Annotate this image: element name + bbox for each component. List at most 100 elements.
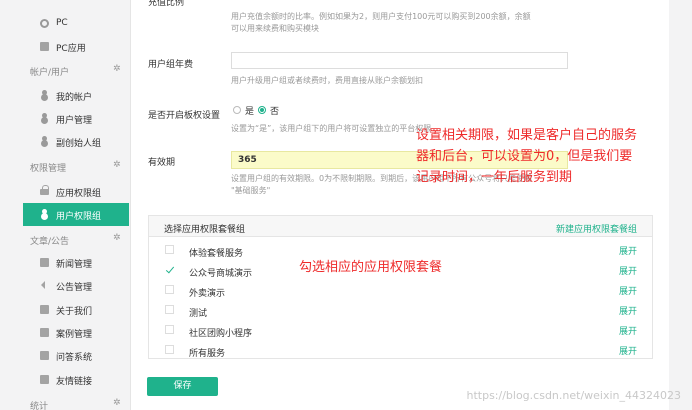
doc-icon [40,258,49,267]
expand-link[interactable]: 展开 [619,324,637,337]
sidebar-item-pc[interactable]: PC [23,12,129,35]
sidebar-item-about-us[interactable]: 关于我们 [23,298,129,321]
sidebar: PC PC应用 帐户/用户 ✲ 我的帐户 用户管理 副创始人组 权限管理 ✲ 应… [0,0,131,410]
package-group-header: 选择应用权限套餐组 新建应用权限套餐组 [149,216,652,237]
package-group-panel: 选择应用权限套餐组 新建应用权限套餐组 体验套餐服务 展开 公众号商城演示 展开… [148,215,653,359]
expand-link[interactable]: 展开 [619,244,637,257]
expand-link[interactable]: 展开 [619,344,637,357]
separate-permission-label: 是否开启板权设置 [148,111,221,121]
radio-no[interactable] [258,106,266,114]
annual-fee-hint: 用户升级用户组或者续费时，费用直接从账户余额划扣 [231,76,423,85]
sidebar-item-label: 用户权限组 [56,212,102,222]
gear-icon[interactable]: ✲ [113,398,121,408]
sidebar-item-label: 副创始人组 [56,139,102,149]
lock-icon [40,185,49,195]
speaker-icon [41,281,45,289]
section-header-permissions[interactable]: 权限管理 ✲ [0,156,131,178]
circle-icon [40,19,49,28]
package-checkbox[interactable] [165,345,174,354]
package-group-title: 选择应用权限套餐组 [164,225,246,235]
package-checkbox[interactable] [165,325,174,334]
doc-icon [40,375,49,384]
sidebar-item-links[interactable]: 友情链接 [23,368,129,391]
expand-link[interactable]: 展开 [619,304,637,317]
package-name: 公众号商城演示 [189,269,253,279]
recharge-ratio-label: 充值比例 [148,0,185,8]
recharge-hint-line1: 用户充值余额时的比率。例如如果为2，则用户支付100元可以购买到200余额，余额 [231,12,531,21]
validity-hint-line2: "基础服务" [231,186,271,195]
sidebar-item-cases[interactable]: 案例管理 [23,321,129,344]
save-button[interactable]: 保存 [147,377,218,396]
sidebar-item-pc-app[interactable]: PC应用 [23,35,129,58]
section-title: 帐户/用户 [30,68,70,78]
separate-permission-hint: 设置为“是”，该用户组下的用户将可设置独立的平台权限 [231,124,432,133]
gear-icon[interactable]: ✲ [113,160,121,170]
sidebar-item-label: 公告管理 [56,283,93,293]
person-icon [42,90,47,95]
new-package-group-link[interactable]: 新建应用权限套餐组 [556,222,637,235]
sidebar-item-app-permission-group[interactable]: 应用权限组 [23,180,129,203]
sidebar-item-label: 友情链接 [56,377,93,387]
annotation-validity-line3: 记录时间，一年后服务到期 [416,170,573,185]
annotation-validity-line1: 设置相关期限，如果是客户自己的服务 [416,128,638,143]
package-name: 测试 [189,309,208,319]
sidebar-item-user-management[interactable]: 用户管理 [23,107,129,130]
doc-icon [40,42,49,51]
annual-fee-input[interactable] [231,52,568,69]
scrollbar-track[interactable] [669,0,692,410]
sidebar-item-label: 问答系统 [56,353,93,363]
sidebar-item-news[interactable]: 新闻管理 [23,251,129,274]
radio-yes[interactable] [233,106,241,114]
package-name: 体验套餐服务 [189,249,244,259]
sidebar-item-user-permission-group[interactable]: 用户权限组 [23,203,129,226]
radio-no-label: 否 [270,107,280,117]
package-checkbox[interactable] [165,245,174,254]
package-checkbox[interactable] [165,285,174,294]
package-checkbox-checked[interactable] [165,265,174,274]
section-title: 权限管理 [30,164,67,174]
annotation-packages: 勾选相应的应用权限套餐 [299,260,443,275]
person-icon [42,136,47,141]
doc-icon [40,328,49,337]
sidebar-item-label: 应用权限组 [56,189,102,199]
section-header-articles[interactable]: 文章/公告 ✲ [0,229,131,251]
gear-icon[interactable]: ✲ [113,233,121,243]
sidebar-item-qa[interactable]: 问答系统 [23,344,129,367]
sidebar-item-announcements[interactable]: 公告管理 [23,274,129,297]
package-name: 外卖演示 [189,289,226,299]
package-row: 所有服务 展开 [149,340,652,360]
section-header-stats[interactable]: 统计 ✲ [0,394,131,410]
validity-label: 有效期 [148,158,176,168]
gear-icon[interactable]: ✲ [113,64,121,74]
package-checkbox[interactable] [165,305,174,314]
expand-link[interactable]: 展开 [619,284,637,297]
sidebar-item-label: 新闻管理 [56,260,93,270]
sidebar-item-label: 关于我们 [56,307,93,317]
doc-icon [40,351,49,360]
package-name: 所有服务 [189,349,226,359]
annotation-validity-line2: 器和后台，可以设置为0，但是我们要 [416,149,633,164]
sidebar-item-label: PC应用 [56,44,86,54]
watermark: https://blog.csdn.net/weixin_44324023 [466,389,681,402]
doc-icon [40,305,49,314]
annual-fee-label: 用户组年费 [148,60,194,70]
sidebar-item-vice-founder-group[interactable]: 副创始人组 [23,130,129,153]
sidebar-item-label: 我的帐户 [56,93,93,103]
section-title: 统计 [30,402,49,410]
section-header-account[interactable]: 帐户/用户 ✲ [0,60,131,82]
sidebar-item-label: PC [56,18,68,28]
users-icon [42,113,47,118]
recharge-hint-line2: 可以用来续费和购买模块 [231,24,319,33]
section-title: 文章/公告 [30,237,70,247]
package-row: 测试 展开 [149,300,652,320]
user-lock-icon [42,209,47,214]
sidebar-item-label: 用户管理 [56,116,93,126]
radio-yes-label: 是 [245,107,255,117]
sidebar-item-my-account[interactable]: 我的帐户 [23,84,129,107]
package-row: 社区团购小程序 展开 [149,320,652,340]
expand-link[interactable]: 展开 [619,264,637,277]
sidebar-item-label: 案例管理 [56,330,93,340]
package-row: 外卖演示 展开 [149,280,652,300]
main-panel: 充值比例 用户充值余额时的比率。例如如果为2，则用户支付100元可以购买到200… [131,0,669,410]
package-name: 社区团购小程序 [189,329,253,339]
